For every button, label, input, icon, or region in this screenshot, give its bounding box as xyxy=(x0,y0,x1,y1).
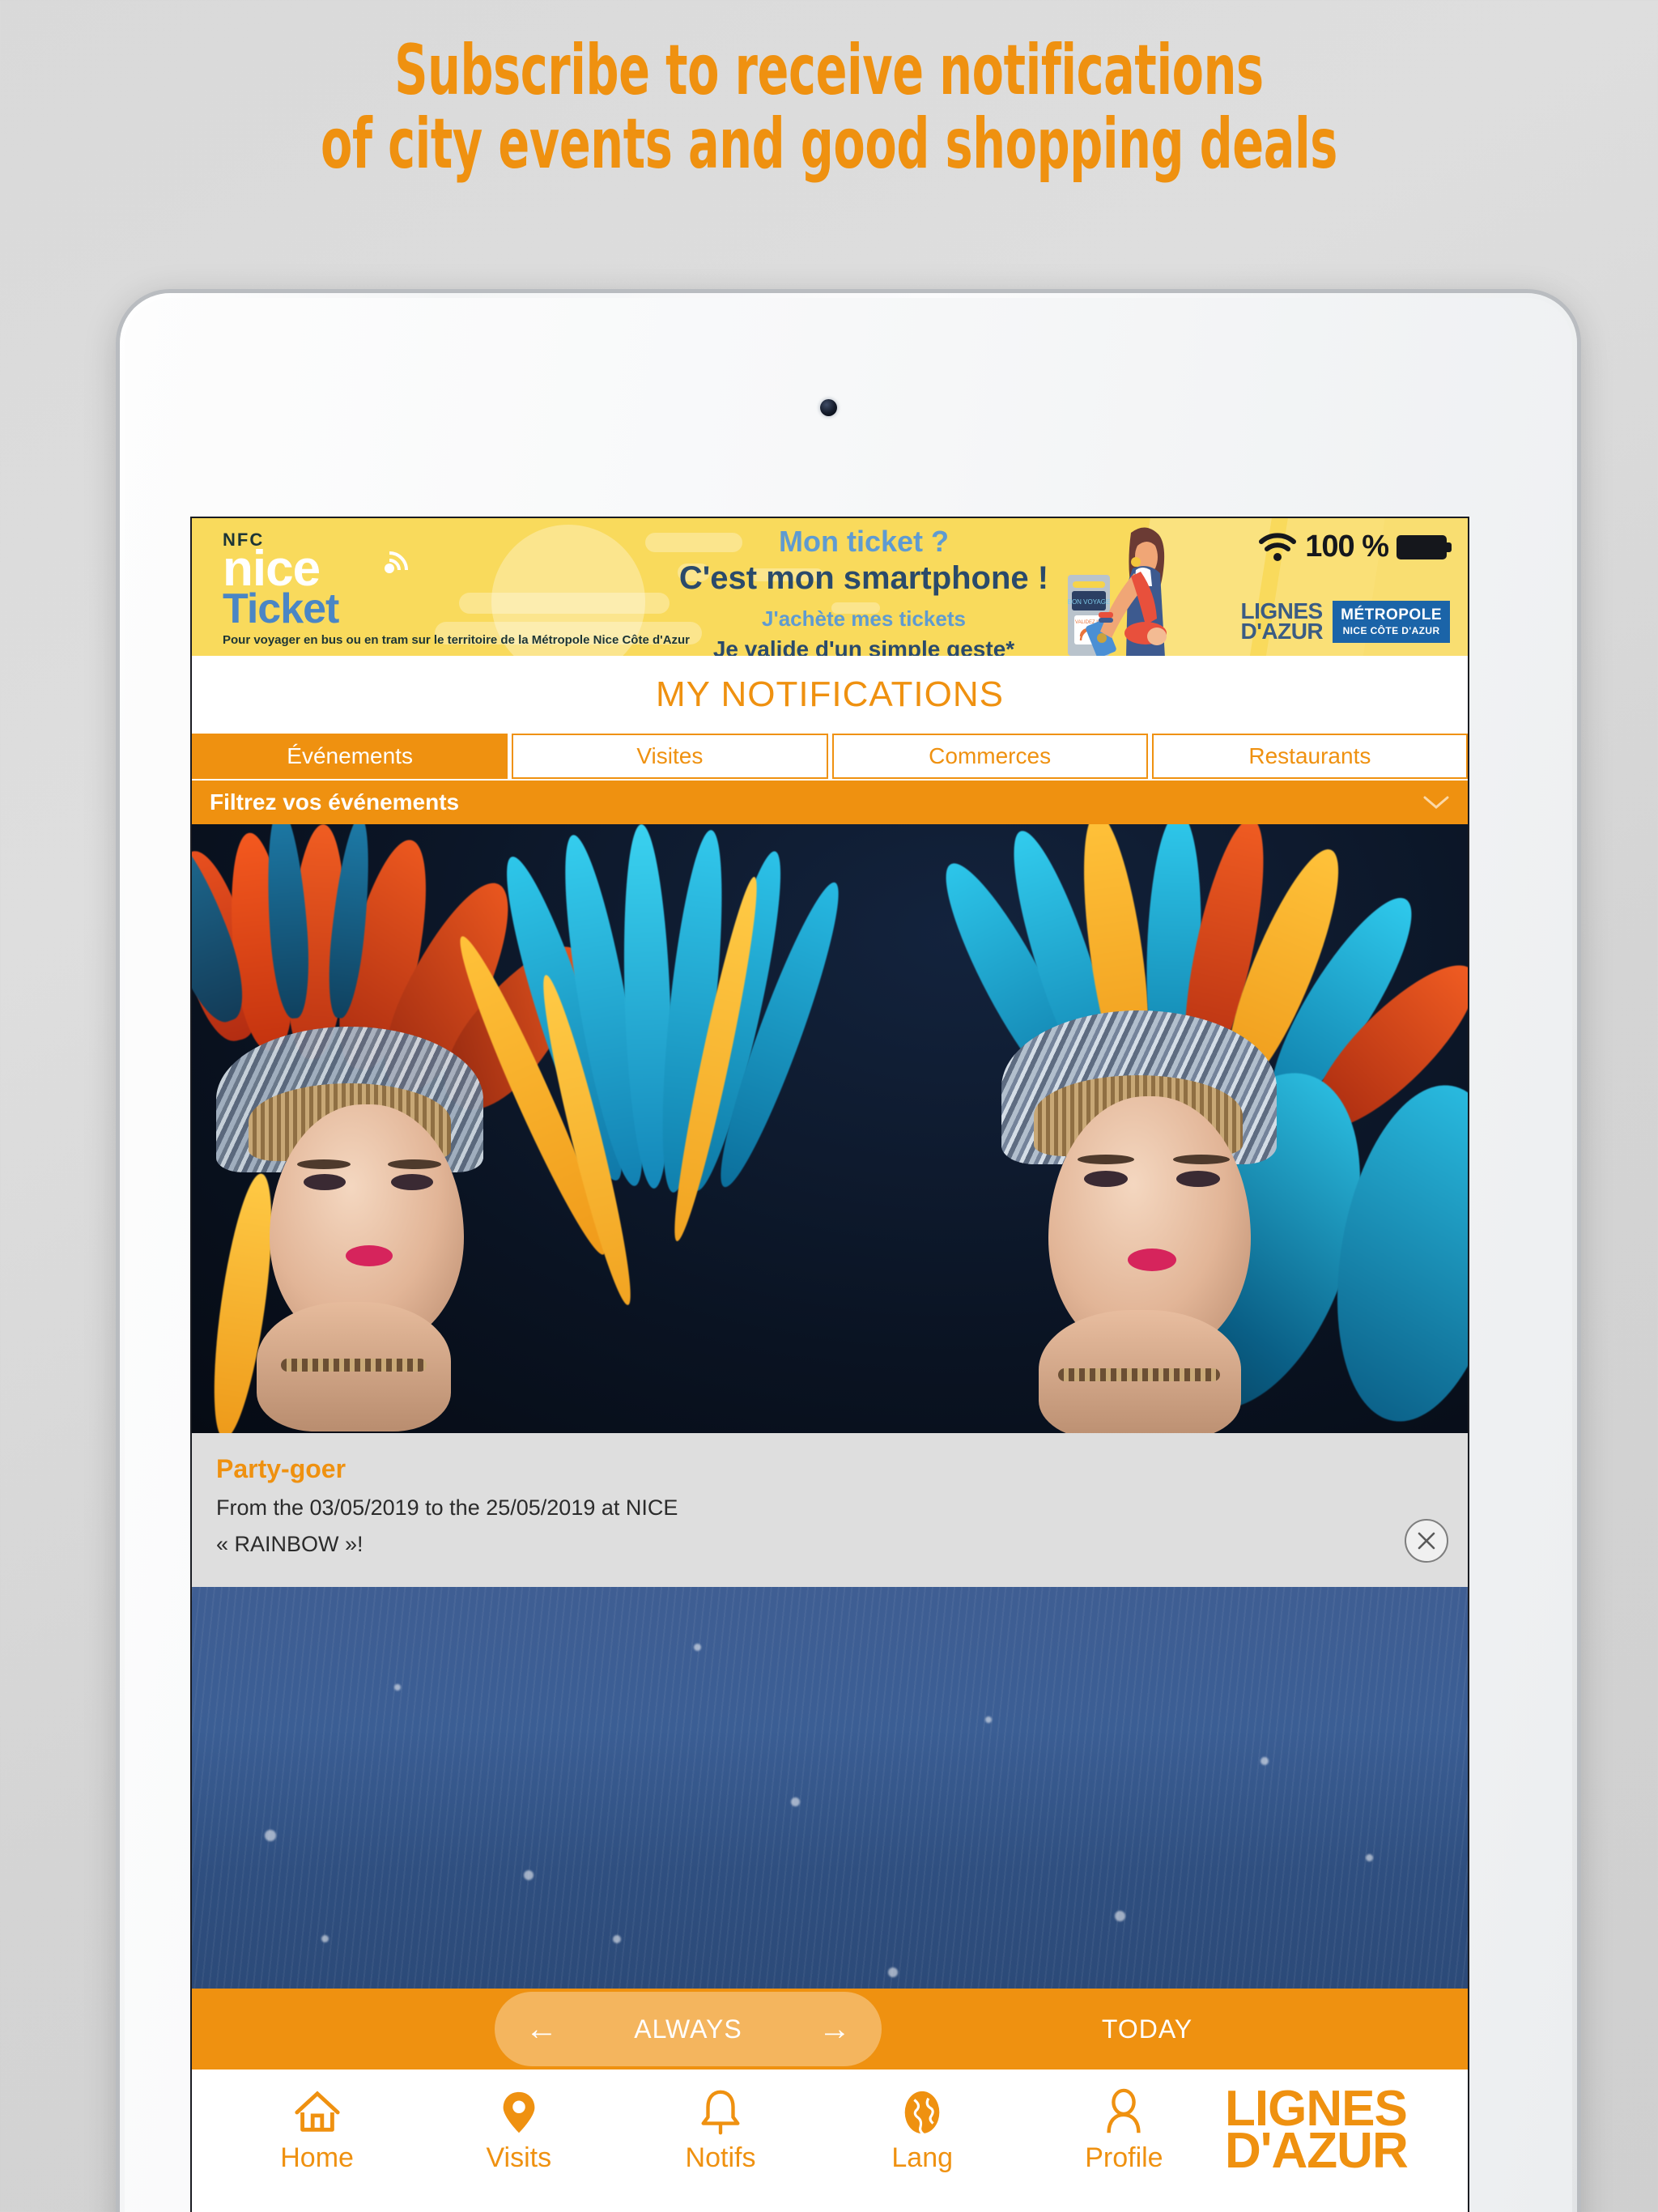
banner-message-line-4: Je valide d'un simple geste* xyxy=(712,636,1015,656)
wifi-icon xyxy=(1259,532,1297,561)
battery-full-icon xyxy=(1397,534,1452,559)
chevron-down-icon[interactable] xyxy=(1422,794,1450,810)
card-image-carnival[interactable] xyxy=(192,824,1468,1433)
card-title: Party-goer xyxy=(216,1454,346,1483)
eyebrow xyxy=(297,1159,351,1169)
lips xyxy=(346,1245,393,1266)
eye xyxy=(1084,1171,1128,1187)
brand-nice: nice xyxy=(223,541,321,597)
home-icon xyxy=(294,2090,340,2132)
nav-label-notifs: Notifs xyxy=(685,2142,756,2173)
promo-banner[interactable]: NFC nice Ticket Pour voyager en bus ou e… xyxy=(192,518,1468,656)
notification-card-body[interactable]: Party-goer From the 03/05/2019 to the 25… xyxy=(192,1433,1468,1587)
tab-restaurants[interactable]: Restaurants xyxy=(1151,734,1468,779)
arrow-right-icon[interactable]: → xyxy=(818,2013,851,2045)
page-headline: Subscribe to receive notifications of ci… xyxy=(215,30,1443,185)
banner-message-line-1: Mon ticket ? xyxy=(778,525,949,558)
nav-item-notifs[interactable]: Notifs xyxy=(619,2087,821,2174)
banner-message-line-3: J'achète mes tickets xyxy=(762,606,966,631)
eyebrow xyxy=(1078,1155,1134,1164)
banner-message-line-2: C'est mon smartphone ! xyxy=(678,560,1049,596)
page-title: MY NOTIFICATIONS xyxy=(192,656,1468,734)
tab-commerces[interactable]: Commerces xyxy=(831,734,1148,779)
today-button[interactable]: TODAY xyxy=(1018,2014,1277,2044)
date-range-selector[interactable]: ← ALWAYS → xyxy=(495,1992,882,2066)
date-range-bar: ← ALWAYS → TODAY xyxy=(192,1989,1468,2069)
nav-label-lang: Lang xyxy=(891,2142,954,2173)
eyebrow xyxy=(1173,1155,1230,1164)
category-tabs: Événements Visites Commerces Restaurants xyxy=(192,734,1468,779)
close-x-glyph xyxy=(1418,1532,1435,1550)
tab-visites[interactable]: Visites xyxy=(512,734,828,779)
eyebrow xyxy=(388,1159,441,1169)
svg-text:BON VOYAGE: BON VOYAGE xyxy=(1068,598,1111,606)
lignes-azur-logo: LIGNES D'AZUR xyxy=(1240,600,1324,644)
status-bar: 100 % xyxy=(1258,530,1452,564)
necklace xyxy=(1058,1368,1220,1381)
app-screen: NFC nice Ticket Pour voyager en bus ou e… xyxy=(192,518,1468,2212)
nav-item-visits[interactable]: Visits xyxy=(418,2087,619,2174)
notifications-feed[interactable]: Party-goer From the 03/05/2019 to the 25… xyxy=(192,824,1468,1989)
tab-evenements[interactable]: Événements xyxy=(192,734,508,779)
nice-ticket-logo: NFC nice Ticket Pour voyager en bus ou e… xyxy=(223,530,691,648)
card-image-sea[interactable] xyxy=(192,1587,1468,1989)
filter-bar[interactable]: Filtrez vos événements xyxy=(192,779,1468,824)
map-pin-icon xyxy=(503,2091,535,2133)
eye xyxy=(391,1174,433,1190)
arrow-left-icon[interactable]: ← xyxy=(525,2013,558,2045)
card-dates: From the 03/05/2019 to the 25/05/2019 at… xyxy=(216,1495,678,1520)
banner-partner-logos: LIGNES D'AZUR MÉTROPOLE NICE CÔTE D'AZUR xyxy=(1240,600,1450,644)
nfc-wave-icon xyxy=(385,551,408,573)
necklace xyxy=(281,1359,427,1372)
banner-shape xyxy=(459,593,670,614)
nav-label-visits: Visits xyxy=(486,2142,552,2173)
nav-label-home: Home xyxy=(280,2142,354,2173)
footer-brand-line-2: D'AZUR xyxy=(1225,2123,1409,2179)
nav-item-profile[interactable]: Profile xyxy=(1023,2087,1225,2174)
headline-line-2: of city events and good shopping deals xyxy=(321,104,1337,185)
filter-label: Filtrez vos événements xyxy=(210,789,460,815)
traveler-illustration: BON VOYAGE VALIDEZ ICI xyxy=(1068,527,1167,656)
battery-percent: 100 % xyxy=(1305,530,1389,564)
eye xyxy=(1176,1171,1220,1187)
user-icon xyxy=(1107,2088,1141,2133)
nav-item-lang[interactable]: Lang xyxy=(822,2087,1023,2174)
globe-icon xyxy=(904,2091,940,2135)
nav-item-home[interactable]: Home xyxy=(216,2087,418,2174)
lignes-azur-line-2: D'AZUR xyxy=(1240,619,1324,644)
banner-message: Mon ticket ? C'est mon smartphone ! J'ac… xyxy=(645,525,1082,656)
bell-icon xyxy=(701,2090,740,2134)
close-icon[interactable] xyxy=(1405,1519,1448,1563)
lips xyxy=(1128,1249,1176,1271)
headline-line-1: Subscribe to receive notifications xyxy=(394,30,1264,111)
metropole-logo: MÉTROPOLE NICE CÔTE D'AZUR xyxy=(1333,601,1450,643)
date-range-label: ALWAYS xyxy=(634,2014,742,2044)
bottom-navigation: Home Visits Notifs Lang Profile LIGNES D… xyxy=(192,2069,1468,2191)
eye xyxy=(304,1174,346,1190)
banner-tagline: Pour voyager en bus ou en tram sur le te… xyxy=(223,633,691,648)
lignes-azur-footer-logo: LIGNES D'AZUR xyxy=(1225,2083,1443,2179)
metropole-line-2: NICE CÔTE D'AZUR xyxy=(1342,625,1440,636)
card-detail: « RAINBOW »! xyxy=(216,1532,363,1556)
metropole-line-1: MÉTROPOLE xyxy=(1341,606,1442,623)
front-camera xyxy=(820,399,837,416)
nav-label-profile: Profile xyxy=(1085,2142,1163,2173)
